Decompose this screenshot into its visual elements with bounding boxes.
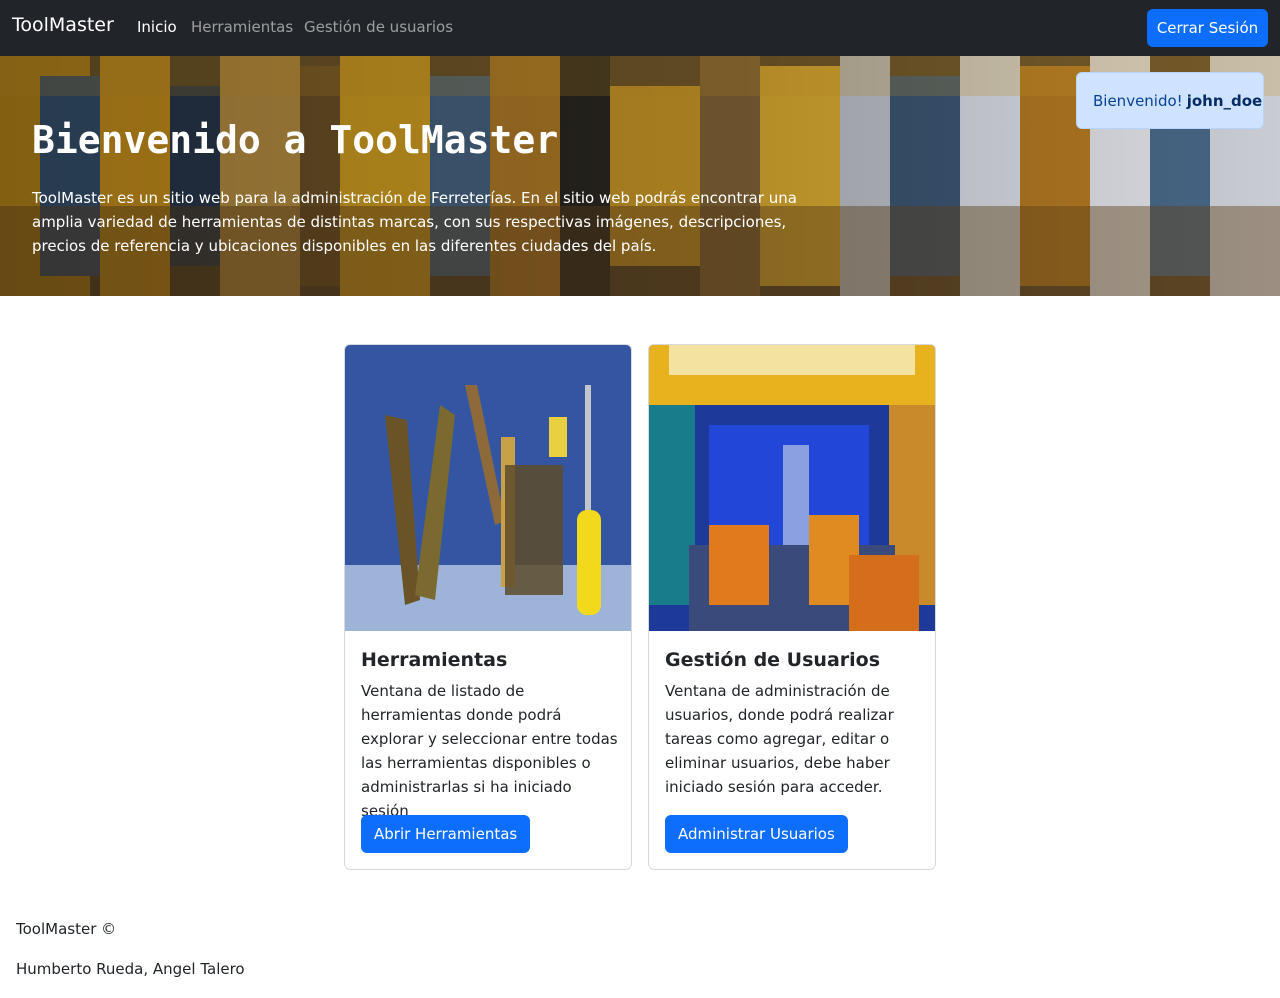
brand-link[interactable]: ToolMaster [12, 14, 114, 36]
footer-authors: Humberto Rueda, Angel Talero [16, 960, 245, 978]
top-navbar: ToolMaster Inicio Herramientas Gestión d… [0, 0, 1280, 56]
nav-link-gestion-usuarios[interactable]: Gestión de usuarios [304, 18, 453, 36]
welcome-alert-prefix: Bienvenido! [1093, 91, 1183, 110]
users-card-title: Gestión de Usuarios [665, 649, 881, 671]
nav-link-inicio[interactable]: Inicio [137, 18, 177, 36]
tools-card-text: Ventana de listado de herramientas donde… [361, 682, 618, 820]
users-card: Gestión de Usuarios Ventana de administr… [648, 344, 936, 870]
tools-card-image [345, 345, 631, 631]
welcome-alert-username: john_doe [1186, 91, 1263, 110]
users-card-image [649, 345, 935, 631]
tools-card: Herramientas Ventana de listado de herra… [344, 344, 632, 870]
logout-button[interactable]: Cerrar Sesión [1147, 9, 1268, 47]
footer-copyright: ToolMaster © [16, 920, 117, 938]
nav-link-herramientas[interactable]: Herramientas [191, 18, 293, 36]
hero-title: Bienvenido a ToolMaster [32, 118, 559, 162]
hero-description: ToolMaster es un sitio web para la admin… [32, 189, 797, 255]
users-card-text: Ventana de administración de usuarios, d… [665, 682, 894, 796]
open-tools-button[interactable]: Abrir Herramientas [361, 815, 531, 853]
manage-users-button[interactable]: Administrar Usuarios [665, 815, 848, 853]
tools-card-title: Herramientas [361, 649, 508, 671]
welcome-alert: Bienvenido! john_doe [1076, 72, 1264, 129]
